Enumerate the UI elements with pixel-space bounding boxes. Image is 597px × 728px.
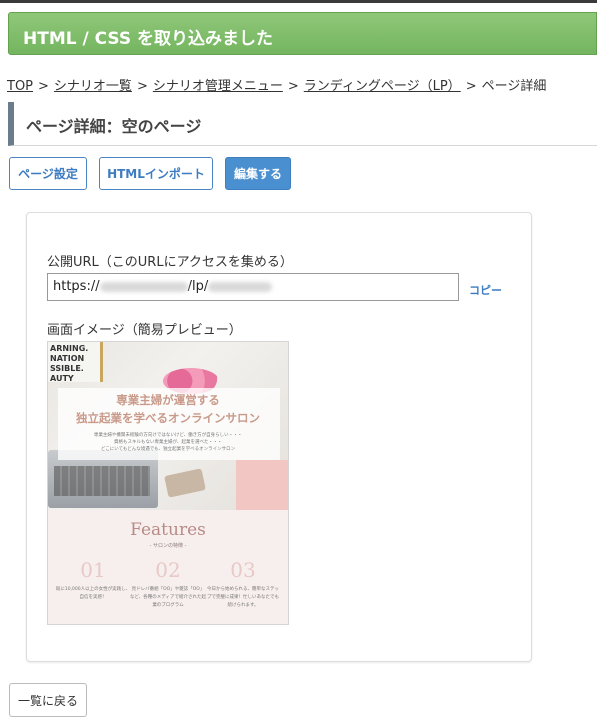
preview-poster-text: ARNING. NATION SSIBLE. AUTY (50, 344, 89, 383)
preview-feature-text: 今日から始められる、簡単なステップで完璧に成果！忙しいあなたでも続けられます。 (207, 587, 279, 608)
url-prefix: https:// (53, 279, 100, 294)
url-path: /lp/ (187, 279, 209, 294)
url-id-redacted (208, 281, 273, 292)
preview-feature-number: 03 (230, 558, 256, 582)
edit-button[interactable]: 編集する (225, 157, 291, 190)
back-to-list-button[interactable]: 一覧に戻る (9, 683, 87, 717)
preview-laptop-keys (54, 466, 150, 496)
breadcrumb-scenario-menu[interactable]: シナリオ管理メニュー (153, 79, 283, 94)
preview-feature-number: 02 (155, 558, 181, 582)
preview-hero-title-2: 独立起業を学べるオンラインサロン (76, 411, 260, 425)
breadcrumb-separator: > (38, 79, 49, 94)
breadcrumb: TOP > シナリオ一覧 > シナリオ管理メニュー > ランディングページ（LP） > ページ詳… (7, 75, 546, 94)
preview-phone (164, 468, 206, 498)
html-import-button[interactable]: HTMLインポート (99, 157, 213, 190)
breadcrumb-separator: > (465, 79, 477, 94)
preview-features-title: Features (130, 520, 206, 540)
preview-feature-number: 01 (80, 558, 106, 582)
public-url-label: 公開URL（このURLにアクセスを集める） (47, 255, 293, 270)
success-banner: HTML / CSS を取り込みました (8, 12, 597, 55)
preview-poster: ARNING. NATION SSIBLE. AUTY (48, 342, 103, 383)
preview-hero-text-2: 資格もスキルもない専業主婦が、起業を選べた・・・ (114, 440, 222, 445)
preview-hero-title-1: 専業主婦が運営する (116, 393, 220, 407)
window-top-bar (0, 0, 597, 3)
preview-hero-text-1: 専業主婦や機関未経験の方向けではないけど、働き方が自身らしい・・・ (93, 433, 243, 438)
page-preview-image: ARNING. NATION SSIBLE. AUTY 専業主婦が運営する 独立… (47, 341, 289, 625)
breadcrumb-scenario-list[interactable]: シナリオ一覧 (54, 79, 132, 94)
preview-feature-text: 見ドレバ番組「OO」や雑誌「OO」など、各種のメディアで紹介された起業のプログラ… (130, 587, 206, 608)
breadcrumb-separator: > (287, 79, 299, 94)
preview-label: 画面イメージ（簡易プレビュー） (47, 323, 242, 338)
breadcrumb-landing-page[interactable]: ランディングページ（LP） (304, 79, 461, 94)
public-url-field[interactable]: https:// /lp/ (47, 273, 459, 301)
copy-url-link[interactable]: コピー (469, 282, 502, 298)
preview-hero: ARNING. NATION SSIBLE. AUTY 専業主婦が運営する 独立… (48, 342, 288, 510)
breadcrumb-current: ページ詳細 (481, 79, 547, 94)
page-settings-button[interactable]: ページ設定 (9, 157, 87, 190)
preview-notebook (236, 460, 288, 510)
preview-hero-text-3: どこにいてもどんな境遇でも、独立起業を学べるオンラインサロン (100, 447, 236, 452)
breadcrumb-top[interactable]: TOP (7, 79, 33, 94)
url-domain-redacted (99, 281, 188, 292)
breadcrumb-separator: > (136, 79, 148, 94)
preview-features-subtitle: - サロンの特徴 - (149, 543, 187, 549)
page-title: ページ詳細：空のページ (8, 102, 597, 146)
preview-feature-text: 既に10,000人以上の女性が実践し、自信を実感！ (55, 587, 131, 600)
